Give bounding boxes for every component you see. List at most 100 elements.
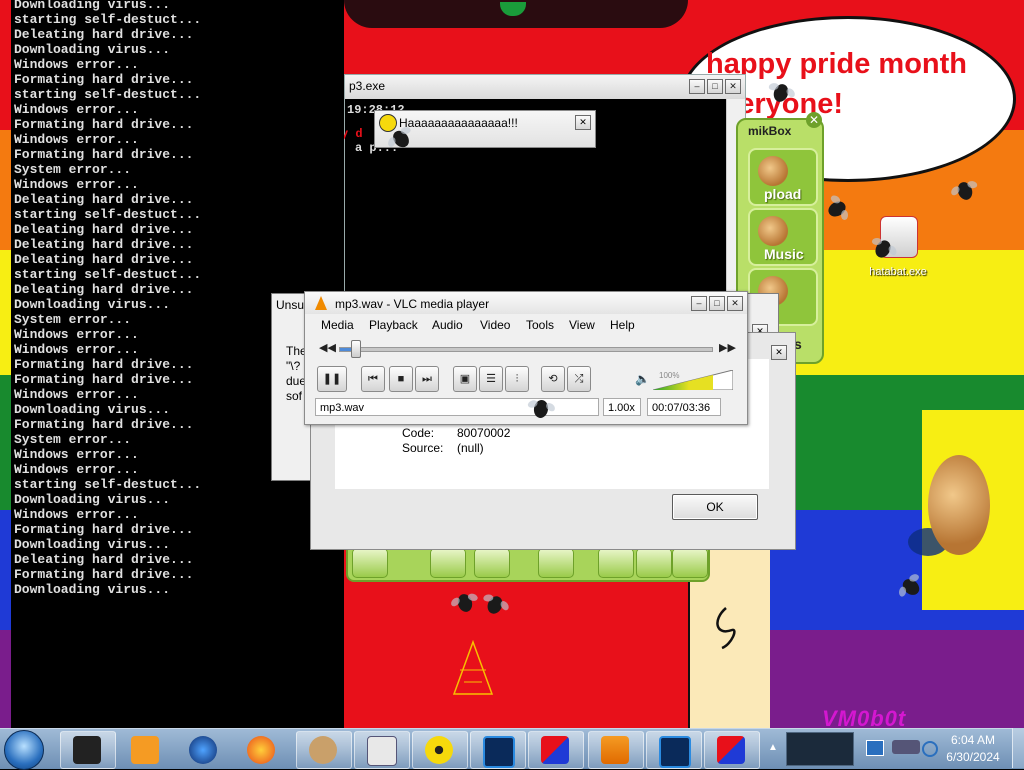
menu-audio[interactable]: Audio xyxy=(432,318,463,332)
tray-app-area[interactable] xyxy=(786,732,854,766)
power-icon[interactable] xyxy=(892,740,920,754)
menu-tools[interactable]: Tools xyxy=(526,318,554,332)
minimize-button[interactable]: – xyxy=(691,296,707,311)
exe-window[interactable]: p3.exe – □ ✕ 19:28:12 y d a p... xyxy=(341,74,746,292)
taskbar-item[interactable] xyxy=(412,731,468,769)
taskbar-item[interactable] xyxy=(354,731,410,769)
console-line: starting self-destuct... xyxy=(14,267,202,282)
sync-icon[interactable] xyxy=(922,741,938,757)
toolbar-tool-icon[interactable] xyxy=(352,548,388,578)
taskbar-item[interactable] xyxy=(528,731,584,769)
code-label: Code: xyxy=(402,426,435,440)
taskbar-item[interactable] xyxy=(234,731,290,769)
toolbar-globe-icon[interactable] xyxy=(636,548,672,578)
ok-button[interactable]: OK xyxy=(672,494,758,520)
taskbar-item[interactable] xyxy=(118,731,174,769)
taskbar-item[interactable] xyxy=(588,731,644,769)
kamikbox-button-label: Music xyxy=(764,246,804,262)
console-output: Downloading virus... starting self-destuc… xyxy=(14,0,201,597)
shuffle-button[interactable]: ⤮ xyxy=(567,366,591,392)
kamikbox-music-button[interactable]: Music xyxy=(748,208,818,266)
loop-button[interactable]: ⟲ xyxy=(541,366,565,392)
console-line: Downloading virus... xyxy=(14,537,171,552)
console-line: Windows error... xyxy=(14,177,139,192)
console-line: Deleating hard drive... xyxy=(14,222,194,237)
window-icon xyxy=(367,736,397,766)
console-line: Downloading virus... xyxy=(14,402,171,417)
media-player-icon xyxy=(131,736,159,764)
toolbar-folder-add-icon[interactable] xyxy=(474,548,510,578)
console-line: Deleating hard drive... xyxy=(14,552,194,567)
taskbar-item[interactable] xyxy=(60,731,116,769)
console-line: Formating hard drive... xyxy=(14,147,194,162)
taskbar-item[interactable] xyxy=(296,731,352,769)
taskbar-item[interactable] xyxy=(470,731,526,769)
taskbar-item[interactable] xyxy=(176,731,232,769)
close-button[interactable]: ✕ xyxy=(727,296,743,311)
menu-view[interactable]: View xyxy=(569,318,595,332)
console-line: Downloading virus... xyxy=(14,582,171,597)
close-button[interactable]: ✕ xyxy=(725,79,741,94)
vlc-menubar: Media Playback Audio Video Tools View He… xyxy=(305,315,747,335)
menu-media[interactable]: Media xyxy=(321,318,354,332)
stop-button[interactable]: ■ xyxy=(389,366,413,392)
kamikbox-upload-button[interactable]: pload xyxy=(748,148,818,206)
taskbar-item[interactable] xyxy=(646,731,702,769)
console-line: Formating hard drive... xyxy=(14,522,194,537)
console-line: Windows error... xyxy=(14,57,139,72)
console-line: System error... xyxy=(14,432,132,447)
clock-date[interactable]: 6/30/2024 xyxy=(940,750,1006,764)
kamikbox-close-icon[interactable]: ✕ xyxy=(806,112,822,128)
menu-video[interactable]: Video xyxy=(480,318,510,332)
playback-time[interactable]: 00:07/03:36 xyxy=(647,398,721,416)
tray-expand-icon[interactable]: ▲ xyxy=(768,742,778,753)
rewind-icon[interactable]: ◀◀ xyxy=(319,341,336,354)
network-icon[interactable] xyxy=(866,740,884,756)
playlist-button[interactable]: ☰ xyxy=(479,366,503,392)
console-line: Windows error... xyxy=(14,447,139,462)
close-button[interactable]: ✕ xyxy=(575,115,591,130)
minimize-button[interactable]: – xyxy=(689,79,705,94)
clock-time[interactable]: 6:04 AM xyxy=(946,733,1000,747)
hatabat-exe-label[interactable]: hatabat.exe xyxy=(858,266,938,278)
vlc-cone-icon xyxy=(315,296,327,310)
wallpaper-edge xyxy=(0,130,11,728)
pause-button[interactable]: ❚❚ xyxy=(317,366,347,392)
vlc-titlebar[interactable]: mp3.wav - VLC media player – □ ✕ xyxy=(305,292,747,314)
console-line: Windows error... xyxy=(14,507,139,522)
maximize-button[interactable]: □ xyxy=(709,296,725,311)
radiation-icon xyxy=(379,114,397,132)
toolbar-down-icon[interactable] xyxy=(672,548,708,578)
toolbar-doc-icon[interactable] xyxy=(598,548,634,578)
fast-forward-icon[interactable]: ▶▶ xyxy=(719,341,736,354)
console-line: Windows error... xyxy=(14,462,139,477)
console-line: starting self-destuct... xyxy=(14,477,202,492)
console-line: Formating hard drive... xyxy=(14,372,194,387)
console-line: Formating hard drive... xyxy=(14,357,194,372)
seek-bar[interactable] xyxy=(339,347,713,352)
previous-button[interactable]: ⏮ xyxy=(361,366,385,392)
music-icon xyxy=(758,216,788,246)
console-line: Windows error... xyxy=(14,132,139,147)
exe-window-titlebar[interactable]: p3.exe – □ ✕ xyxy=(345,75,745,99)
extended-settings-button[interactable]: ⫶ xyxy=(505,366,529,392)
menu-help[interactable]: Help xyxy=(610,318,635,332)
fullscreen-button[interactable]: ▣ xyxy=(453,366,477,392)
seek-knob[interactable] xyxy=(351,340,361,358)
volume-percent: 100% xyxy=(659,371,680,380)
vlc-window[interactable]: mp3.wav - VLC media player – □ ✕ Media P… xyxy=(304,291,748,425)
toolbar-remove-icon[interactable] xyxy=(538,548,574,578)
toolbar-add-icon[interactable] xyxy=(430,548,466,578)
speaker-icon[interactable]: 🔈 xyxy=(635,372,650,386)
taskbar-item[interactable] xyxy=(704,731,760,769)
console-line: Deleating hard drive... xyxy=(14,252,194,267)
menu-playback[interactable]: Playback xyxy=(369,318,418,332)
close-button[interactable]: ✕ xyxy=(771,345,787,360)
console-line: Formating hard drive... xyxy=(14,567,194,582)
maximize-button[interactable]: □ xyxy=(707,79,723,94)
console-line: starting self-destuct... xyxy=(14,87,202,102)
show-desktop-button[interactable] xyxy=(1012,728,1024,768)
next-button[interactable]: ⏭ xyxy=(415,366,439,392)
start-button[interactable] xyxy=(4,730,44,770)
playback-speed[interactable]: 1.00x xyxy=(603,398,641,416)
